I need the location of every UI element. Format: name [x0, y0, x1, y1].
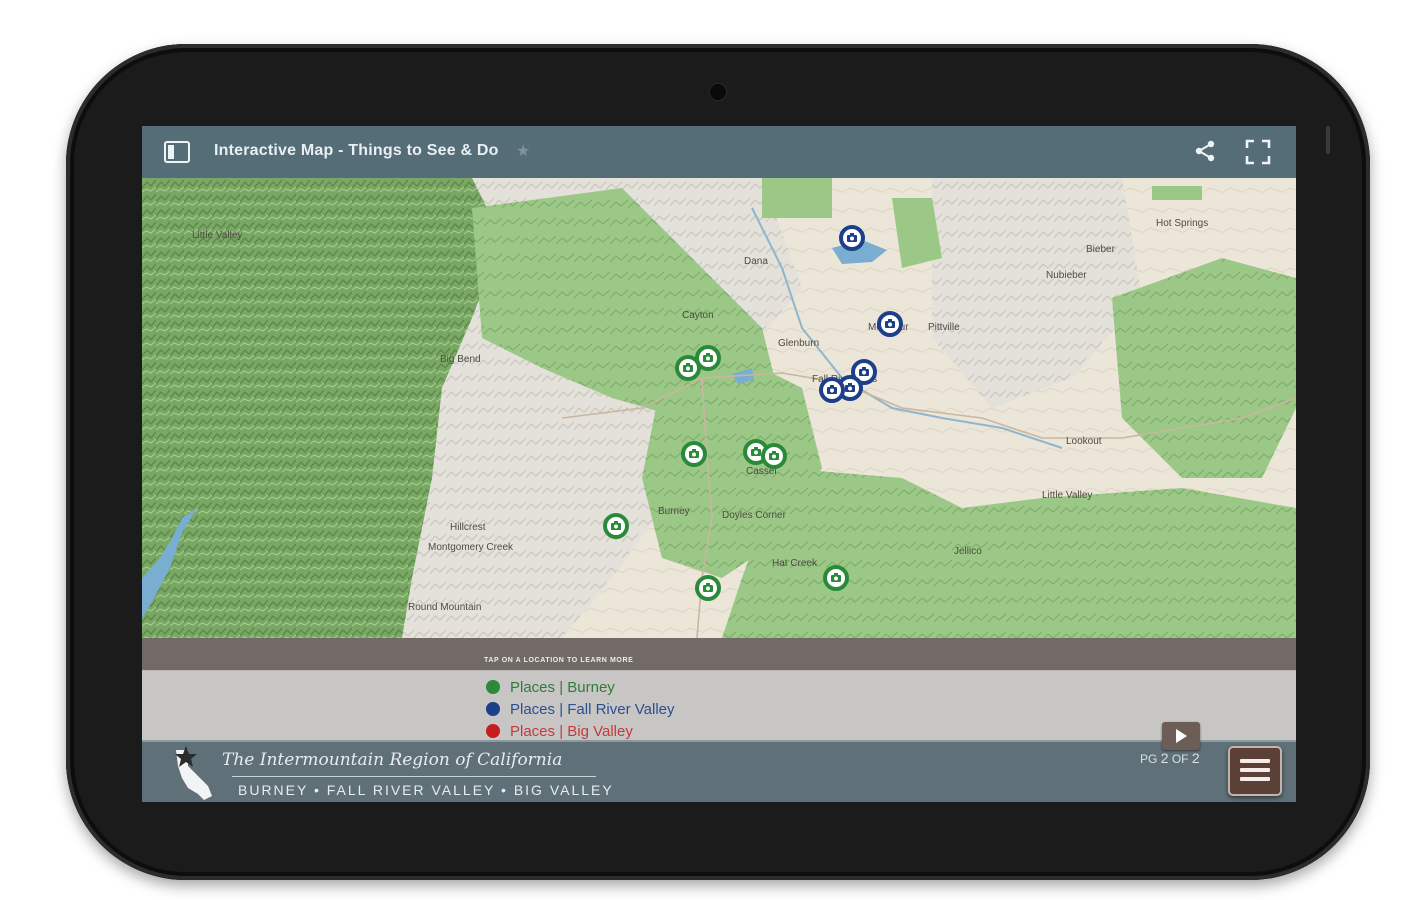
place-label: Nubieber [1046, 270, 1087, 281]
info-band: TAP ON A LOCATION TO LEARN MORE [142, 638, 1296, 670]
place-label: Dana [744, 256, 768, 267]
legend-item-fall-river-valley[interactable]: Places | Fall River Valley [486, 699, 675, 719]
legend-dot-icon [486, 680, 500, 694]
brand-title: The Intermountain Region of California [222, 750, 563, 770]
legend-label: Places | Fall River Valley [510, 700, 675, 718]
place-label: Little Valley [192, 230, 242, 241]
place-label: Montgomery Creek [428, 542, 514, 553]
page-total: 2 [1191, 750, 1200, 766]
place-label: Burney [658, 506, 690, 517]
map-marker-1[interactable] [839, 225, 865, 251]
brand-divider [232, 776, 596, 777]
app-footer: The Intermountain Region of California B… [142, 740, 1296, 802]
hamburger-menu-icon [1240, 768, 1270, 772]
legend-dot-icon [486, 724, 500, 738]
forest-patch-top-right [1152, 186, 1202, 200]
place-label: Cayton [682, 310, 714, 321]
map-marker-13[interactable] [823, 565, 849, 591]
place-label: Hillcrest [450, 522, 486, 533]
map-marker-10[interactable] [761, 443, 787, 469]
share-icon[interactable] [1192, 138, 1218, 164]
place-label: Little Valley [1042, 490, 1092, 501]
place-label: Hot Springs [1156, 218, 1208, 229]
tablet-side-button [1326, 126, 1330, 154]
page-of: OF [1171, 752, 1189, 766]
place-label: Doyles Corner [722, 510, 787, 521]
legend-label: Places | Big Valley [510, 722, 633, 740]
place-label: Pittville [928, 322, 960, 333]
app-header: Interactive Map - Things to See & Do ★ [142, 126, 1296, 178]
app-screen: Interactive Map - Things to See & Do ★ H… [142, 126, 1296, 802]
hamburger-menu-icon [1240, 777, 1270, 781]
page-indicator: PG 2 OF 2 [1140, 750, 1200, 766]
page-title: Interactive Map - Things to See & Do [214, 142, 499, 159]
forest-northeast-patch [762, 178, 832, 218]
map-marker-7[interactable] [695, 345, 721, 371]
place-label: Glenburn [778, 338, 819, 349]
tablet-camera [708, 82, 728, 102]
legend: Places | Burney Places | Fall River Vall… [142, 670, 1296, 741]
place-label: Bieber [1086, 244, 1116, 255]
california-star-logo-icon [175, 746, 212, 800]
place-label: Jellico [954, 546, 982, 557]
map-marker-5[interactable] [819, 377, 845, 403]
tap-hint: TAP ON A LOCATION TO LEARN MORE [484, 657, 634, 664]
next-page-button[interactable] [1162, 722, 1200, 750]
fullscreen-icon[interactable] [1244, 138, 1272, 166]
page-current: 2 [1160, 750, 1169, 766]
map-marker-12[interactable] [695, 575, 721, 601]
legend-dot-icon [486, 702, 500, 716]
map-marker-8[interactable] [681, 441, 707, 467]
legend-item-burney[interactable]: Places | Burney [486, 677, 615, 697]
place-label: Lookout [1066, 436, 1102, 447]
place-label: Hat Creek [772, 558, 818, 569]
map-marker-2[interactable] [877, 311, 903, 337]
legend-item-big-valley[interactable]: Places | Big Valley [486, 721, 633, 741]
page-prefix: PG [1140, 752, 1158, 766]
map-marker-11[interactable] [603, 513, 629, 539]
place-label: Round Mountain [408, 602, 481, 613]
legend-label: Places | Burney [510, 678, 615, 696]
hamburger-menu-icon [1240, 759, 1270, 763]
brand-subtitle: BURNEY • FALL RIVER VALLEY • BIG VALLEY [238, 782, 614, 798]
sidebar-toggle-icon[interactable] [164, 140, 190, 164]
terrain-map[interactable]: Hot Springs Bieber Nubieber Dana Cayton … [142, 178, 1296, 638]
menu-button[interactable] [1228, 746, 1282, 796]
favorite-star-icon[interactable]: ★ [516, 141, 530, 161]
play-next-icon [1176, 729, 1187, 743]
place-label: Big Bend [440, 354, 481, 365]
